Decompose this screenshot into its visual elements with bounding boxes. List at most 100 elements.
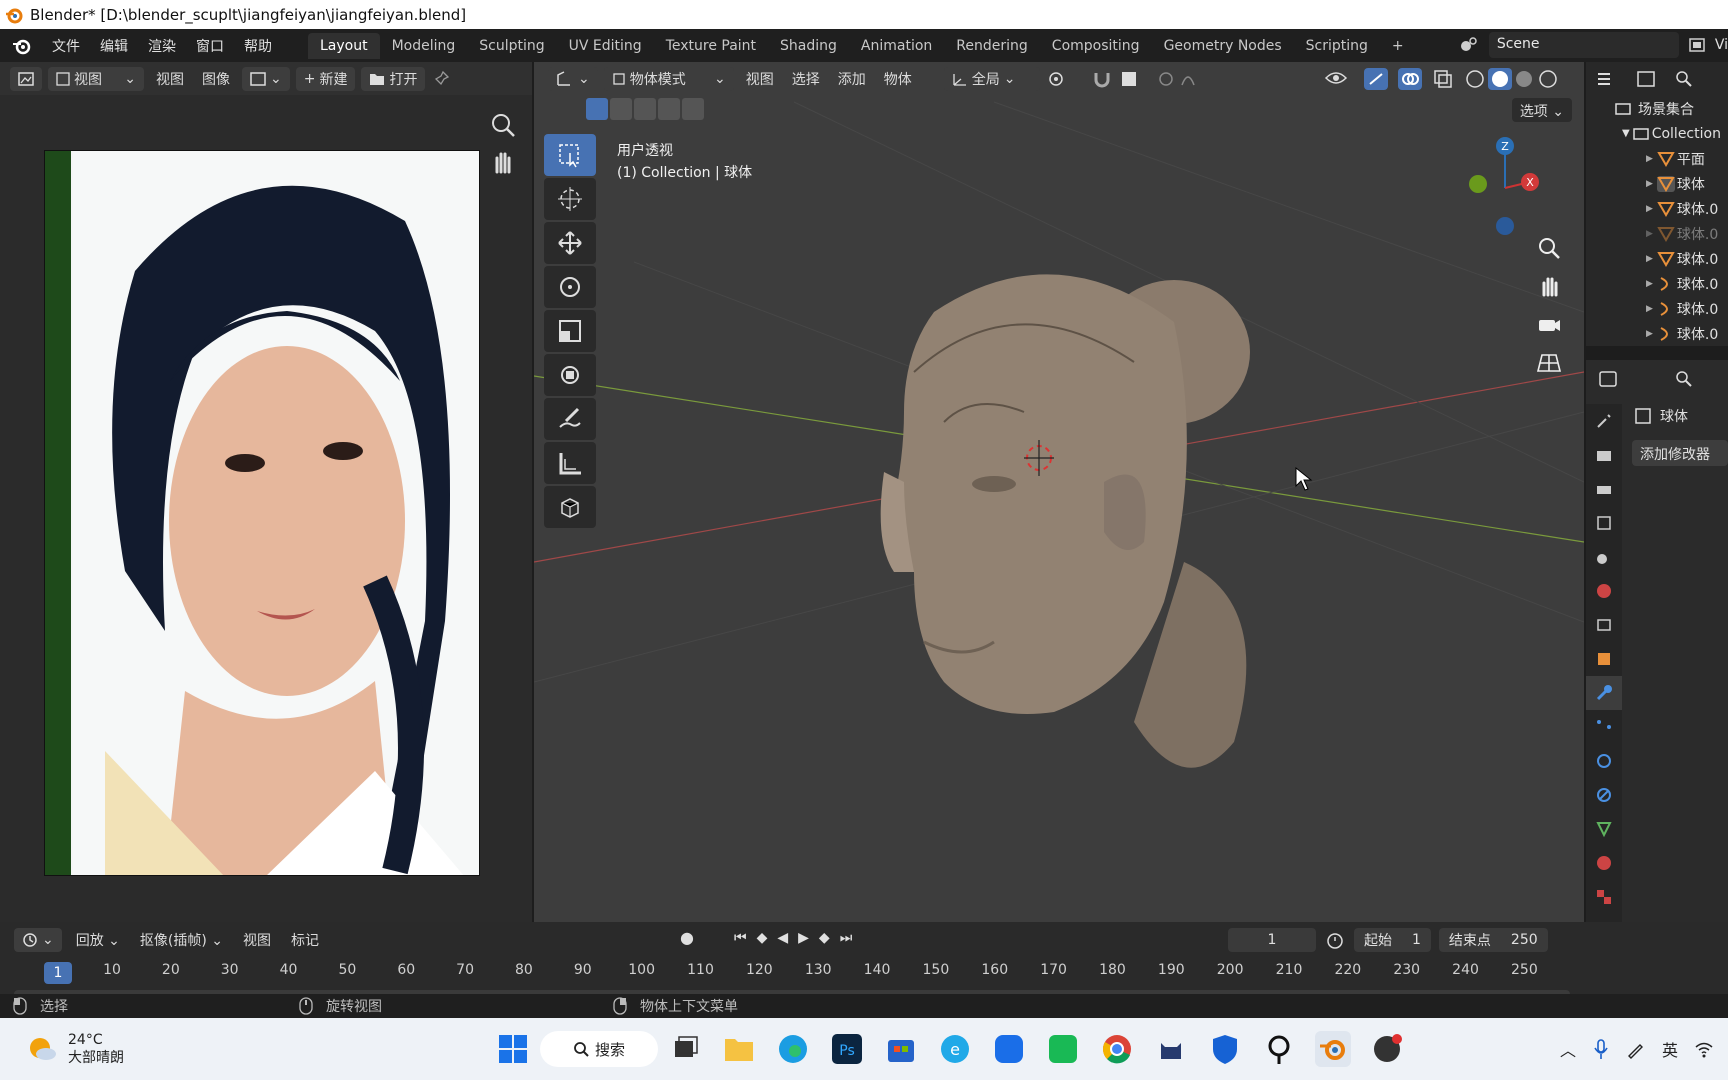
- tab-render[interactable]: [1586, 438, 1622, 472]
- zoom-icon[interactable]: [488, 110, 518, 140]
- add-modifier-button[interactable]: 添加修改器: [1632, 440, 1728, 466]
- wifi-icon[interactable]: [1694, 1040, 1714, 1058]
- viewport-menu-add[interactable]: 添加: [832, 69, 872, 89]
- cursor-tool[interactable]: [544, 178, 596, 220]
- shading-modes-icon[interactable]: [1464, 68, 1574, 90]
- playback-menu[interactable]: 回放 ⌄: [70, 930, 126, 950]
- tab-tool[interactable]: [1586, 404, 1622, 438]
- weather-widget[interactable]: 24°C 大部晴朗: [26, 1031, 166, 1067]
- tab-scripting[interactable]: Scripting: [1294, 33, 1380, 59]
- view-mode-dropdown[interactable]: 视图 ⌄: [48, 66, 144, 91]
- play-reverse-icon[interactable]: ◀: [777, 930, 788, 946]
- end-frame-field[interactable]: 结束点 250: [1438, 928, 1548, 952]
- taskbar-search-box[interactable]: 搜索: [540, 1031, 658, 1067]
- tab-physics[interactable]: [1586, 744, 1622, 778]
- tab-particles[interactable]: [1586, 710, 1622, 744]
- tab-uv-editing[interactable]: UV Editing: [557, 33, 654, 59]
- transform-tool[interactable]: [544, 354, 596, 396]
- menu-help[interactable]: 帮助: [234, 36, 282, 56]
- viewport-editor-type-button[interactable]: ⌄: [548, 67, 598, 91]
- pin-icon[interactable]: [431, 69, 451, 89]
- outliner-item-sphere-003[interactable]: ▶ 球体.0: [1586, 246, 1728, 271]
- transform-orientation-dropdown[interactable]: 全局 ⌄: [943, 67, 1040, 91]
- wechat-app-icon[interactable]: [1045, 1031, 1081, 1067]
- camera-view-button[interactable]: [1530, 306, 1568, 342]
- task-view-icon[interactable]: [667, 1031, 703, 1067]
- editor-type-button[interactable]: [10, 66, 42, 91]
- object-mode-dropdown[interactable]: 物体模式 ⌄: [603, 67, 734, 91]
- tab-material[interactable]: [1586, 846, 1622, 880]
- tab-animation[interactable]: Animation: [849, 33, 944, 59]
- collection-row[interactable]: ▼ Collection: [1586, 121, 1728, 146]
- microsoft-store-icon[interactable]: [883, 1031, 919, 1067]
- zoom-button[interactable]: [1530, 230, 1568, 266]
- add-cube-tool[interactable]: [544, 486, 596, 528]
- edge-browser-icon[interactable]: [775, 1031, 811, 1067]
- scene-name-field[interactable]: Scene: [1488, 32, 1679, 58]
- scale-tool[interactable]: [544, 310, 596, 352]
- options-dropdown[interactable]: 选项 ⌄: [1511, 98, 1572, 122]
- jump-to-keyframe-forward-icon[interactable]: ◆: [819, 930, 830, 946]
- auto-keying-record-icon[interactable]: ●: [680, 928, 694, 947]
- select-box-tool[interactable]: [544, 134, 596, 176]
- select-mode-extend-button[interactable]: [610, 98, 632, 120]
- viewport-menu-object[interactable]: 物体: [878, 69, 918, 89]
- menu-edit[interactable]: 编辑: [90, 36, 138, 56]
- tab-compositing[interactable]: Compositing: [1040, 33, 1152, 59]
- annotate-tool[interactable]: [544, 398, 596, 440]
- select-mode-subtract-button[interactable]: [634, 98, 656, 120]
- chrome-icon[interactable]: [1099, 1031, 1135, 1067]
- view-layer-icon[interactable]: [1687, 35, 1707, 55]
- gizmo-toggle-icon[interactable]: [1364, 68, 1388, 90]
- ime-indicator[interactable]: 英: [1662, 1037, 1678, 1061]
- tab-view-layer[interactable]: [1586, 506, 1622, 540]
- outliner-item-plane[interactable]: ▶ 平面: [1586, 146, 1728, 171]
- select-mode-invert-button[interactable]: [658, 98, 680, 120]
- menu-image[interactable]: 图像: [196, 69, 236, 89]
- tab-world[interactable]: [1586, 574, 1622, 608]
- start-frame-field[interactable]: 起始 1: [1354, 928, 1431, 952]
- timeline-editor-type-button[interactable]: ⌄: [14, 928, 62, 952]
- rotate-tool[interactable]: [544, 266, 596, 308]
- file-explorer-icon[interactable]: [721, 1031, 757, 1067]
- outliner-item-sphere[interactable]: ▶ 球体: [1586, 171, 1728, 196]
- timeline-menu-view[interactable]: 视图: [237, 930, 277, 950]
- overlays-toggle-icon[interactable]: [1398, 68, 1422, 90]
- menu-render[interactable]: 渲染: [138, 36, 186, 56]
- scene-collection-row[interactable]: 场景集合: [1586, 96, 1728, 121]
- pan-hand-icon[interactable]: [488, 146, 518, 176]
- blender-menu-icon[interactable]: [10, 34, 34, 58]
- pivot-point-icon[interactable]: [1046, 69, 1086, 89]
- pin-app-icon[interactable]: [1261, 1031, 1297, 1067]
- tab-constraints[interactable]: [1586, 778, 1622, 812]
- stopwatch-icon[interactable]: [1324, 929, 1346, 951]
- jump-to-start-icon[interactable]: ⏮: [734, 930, 747, 946]
- tab-collection[interactable]: [1586, 608, 1622, 642]
- navigation-gizmo[interactable]: Z X: [1460, 136, 1550, 236]
- menu-file[interactable]: 文件: [42, 36, 90, 56]
- proportional-editing-icon[interactable]: [1158, 69, 1208, 89]
- timeline-ruler[interactable]: 10 20 30 40 50 60 70 80 90 100 110 120 130 140 150 160 1…: [0, 958, 1590, 984]
- outliner-filter-icon[interactable]: [1634, 69, 1674, 89]
- properties-search-icon[interactable]: [1674, 369, 1694, 389]
- browser-e-icon[interactable]: e: [937, 1031, 973, 1067]
- xray-toggle-icon[interactable]: [1432, 68, 1454, 90]
- play-icon[interactable]: ▶: [798, 930, 809, 946]
- davinci-resolve-icon[interactable]: [1369, 1031, 1405, 1067]
- viewport-menu-view[interactable]: 视图: [740, 69, 780, 89]
- properties-editor-type-icon[interactable]: [1598, 369, 1634, 389]
- jump-to-keyframe-back-icon[interactable]: ◆: [757, 930, 768, 946]
- tab-modifiers[interactable]: [1586, 676, 1622, 710]
- blender-taskbar-icon[interactable]: [1315, 1031, 1351, 1067]
- add-workspace-button[interactable]: +: [1380, 33, 1416, 59]
- app-u-icon[interactable]: [991, 1031, 1027, 1067]
- tab-rendering[interactable]: Rendering: [944, 33, 1040, 59]
- security-shield-icon[interactable]: [1207, 1031, 1243, 1067]
- browse-image-button[interactable]: ⌄: [242, 66, 290, 91]
- select-mode-intersect-button[interactable]: [682, 98, 704, 120]
- tab-texture-paint[interactable]: Texture Paint: [654, 33, 768, 59]
- tab-shading[interactable]: Shading: [768, 33, 849, 59]
- outliner-search-icon[interactable]: [1674, 69, 1694, 89]
- pan-button[interactable]: [1530, 268, 1568, 304]
- measure-tool[interactable]: [544, 442, 596, 484]
